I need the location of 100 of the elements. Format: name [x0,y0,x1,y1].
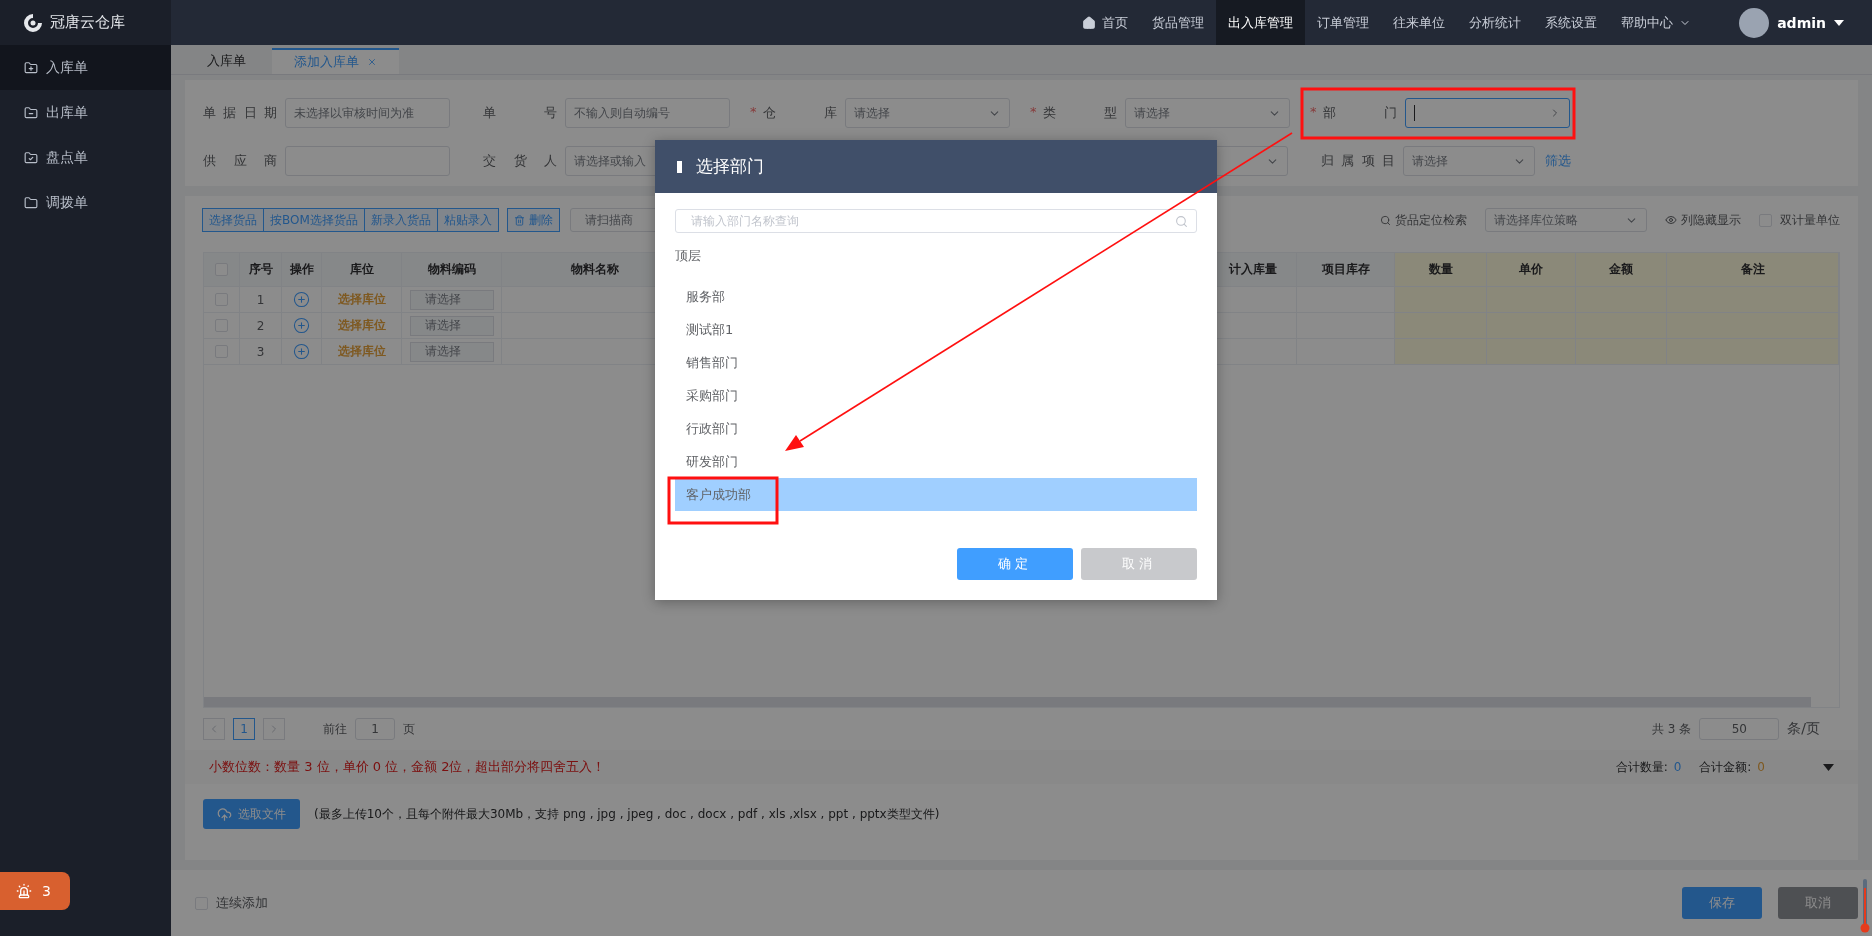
search-icon [1175,214,1188,228]
filter-link[interactable]: 筛选 [1545,152,1571,170]
folder-icon [24,60,38,75]
nav-item[interactable]: 首页 [1070,0,1141,45]
location-link[interactable]: 选择库位 [337,343,386,360]
toolbar-button[interactable]: 按BOM选择货品 [263,208,365,232]
page-size-field[interactable]: 50 [1699,718,1780,740]
page-size-label: 条/页 [1787,720,1820,738]
department-item[interactable]: 测试部1 [675,313,1197,346]
column-header: 单价 [1487,253,1576,287]
app-name: 冠唐云仓库 [50,13,125,32]
select-field[interactable]: 请选择 [845,98,1010,128]
code-field[interactable]: 请选择 [409,289,494,310]
sidebar-item[interactable]: 出库单 [0,90,171,135]
toolbar-button[interactable]: 粘贴录入 [436,208,499,232]
code-field[interactable]: 请选择 [409,315,494,336]
search-icon [1380,214,1391,226]
folder-icon [24,195,38,210]
trash-icon [513,214,525,226]
close-icon[interactable] [367,57,377,67]
home-icon [1082,15,1097,30]
total-label: 合计金额: [1699,758,1752,776]
department-item[interactable]: 研发部门 [675,445,1197,478]
total-count: 共 3 条 [1652,720,1692,738]
department-item[interactable]: 销售部门 [675,346,1197,379]
column-header: 金额 [1576,253,1667,287]
sidebar-item[interactable]: 调拨单 [0,180,171,225]
sidebar-item[interactable]: 入库单 [0,45,171,90]
nav-item[interactable]: 分析统计 [1457,0,1534,45]
nav-item[interactable]: 出入库管理 [1216,0,1306,45]
eye-icon [1665,214,1677,226]
total-value: 0 [1757,760,1765,774]
required-mark: * [1030,104,1037,120]
alert-badge[interactable]: 3 [0,872,70,910]
folder-icon [24,105,38,120]
field-label: 交货人 [483,152,558,170]
field-label: 单号 [483,104,558,122]
nav-item[interactable]: 往来单位 [1381,0,1458,45]
column-header: 备注 [1667,253,1839,287]
user-avatar[interactable] [1739,7,1770,38]
caret-icon[interactable] [1834,19,1844,26]
nav-item[interactable]: 系统设置 [1533,0,1610,45]
toolbar-button[interactable]: 新录入货品 [363,208,438,232]
goto-label: 前往 [323,720,347,738]
column-toggle-link[interactable]: 列隐藏显示 [1665,211,1741,229]
nav-item[interactable]: 订单管理 [1305,0,1382,45]
input-field[interactable]: 不输入则自动编号 [565,98,730,128]
department-item[interactable]: 采购部门 [675,379,1197,412]
row-number: 1 [256,292,265,307]
confirm-button[interactable]: 确定 [957,548,1073,580]
upload-button[interactable]: 选取文件 [203,799,300,829]
field-label: 部门 [1323,104,1398,122]
select-field[interactable]: 请选择 [1125,98,1290,128]
locate-search-link[interactable]: 货品定位检索 [1380,211,1467,229]
cloud-upload-icon [217,806,232,822]
thermometer-icon [1860,878,1870,934]
logo-icon [22,11,44,34]
sidebar-item[interactable]: 盘点单 [0,135,171,180]
add-icon[interactable] [293,343,310,360]
checkbox-label: 双计量单位 [1780,211,1840,229]
row-number: 2 [256,318,265,333]
select-field[interactable]: 请选择 [1403,146,1535,176]
total-value: 0 [1673,760,1682,774]
field-label: 单据日期 [203,104,278,122]
nav-item[interactable]: 帮助中心 [1609,0,1704,45]
page-tab[interactable]: 添加入库单 [272,48,399,74]
field-label: 供应商 [203,152,278,170]
alarm-icon [16,883,32,899]
strategy-select[interactable]: 请选择库位策略 [1485,208,1647,232]
add-icon[interactable] [293,317,310,334]
input-field[interactable]: 未选择以审核时间为准 [285,98,450,128]
title-accent [677,160,682,173]
field-label: 仓库 [763,104,838,122]
select-field[interactable] [1405,98,1570,128]
save-button[interactable]: 保存 [1682,887,1762,919]
required-mark: * [1310,104,1317,120]
department-item[interactable]: 行政部门 [675,412,1197,445]
page-tab[interactable]: 入库单 [185,48,268,74]
field-label: 归属项目 [1321,152,1396,170]
column-header: 数量 [1395,253,1487,287]
delete-button[interactable]: 删除 [506,208,560,232]
row-number: 3 [256,344,265,359]
goto-field[interactable]: 1 [355,718,395,740]
user-name[interactable]: admin [1777,14,1826,31]
field-label: 类型 [1043,104,1118,122]
toolbar-button[interactable]: 选择货品 [202,208,264,232]
folder-icon [24,150,38,165]
add-icon[interactable] [293,291,310,308]
upload-hint: (最多上传10个，且每个附件最大30Mb，支持 png , jpg , jpeg , doc , docx , pdf , xls ,xlsx , ppt , pptx类型文件) [314,805,940,823]
checkbox-label: 连续添加 [216,894,268,912]
location-link[interactable]: 选择库位 [337,291,386,308]
location-link[interactable]: 选择库位 [337,317,386,334]
page-label: 页 [403,720,415,738]
nav-item[interactable]: 货品管理 [1140,0,1217,45]
code-field[interactable]: 请选择 [409,341,494,362]
department-item[interactable]: 客户成功部 [675,478,1197,511]
decimal-notice: 小数位数：数量 3 位，单价 0 位，金额 2位，超出部分将四舍五入！ [209,758,606,776]
required-mark: * [750,104,757,120]
page-button[interactable]: 1 [233,718,255,740]
total-label: 合计数量: [1615,758,1668,776]
